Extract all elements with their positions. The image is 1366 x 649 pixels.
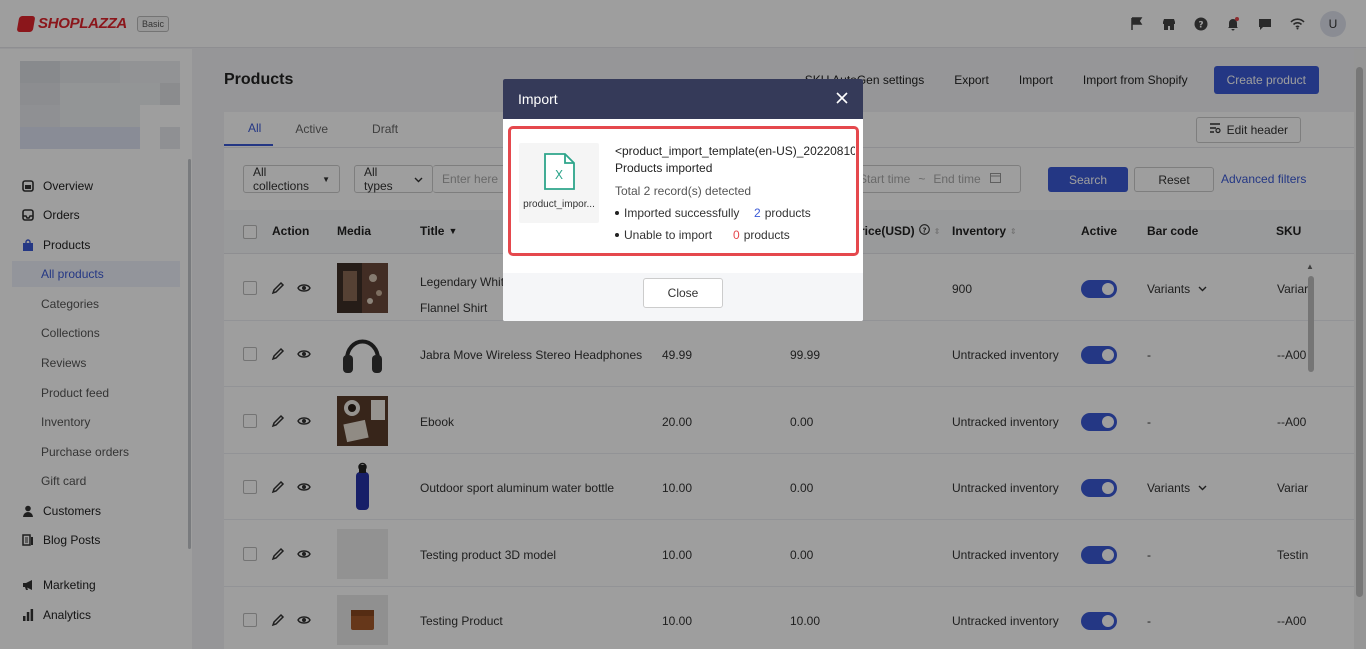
import-status: Products imported bbox=[615, 161, 713, 175]
svg-text:X: X bbox=[555, 168, 563, 182]
import-dialog-header: Import bbox=[503, 79, 863, 119]
bullet-dot bbox=[615, 211, 619, 215]
bullet-dot bbox=[615, 233, 619, 237]
import-success-line: Imported successfully 2 products bbox=[615, 206, 811, 220]
import-file-title: <product_import_template(en-US)_20220810… bbox=[615, 144, 855, 158]
import-failure-unit: products bbox=[743, 228, 790, 242]
import-dialog: Import X product_impor... <product_impor… bbox=[503, 79, 863, 321]
close-button[interactable]: Close bbox=[643, 278, 723, 308]
import-failure-label: Unable to import bbox=[624, 228, 713, 242]
import-file-name: product_impor... bbox=[523, 199, 595, 210]
import-file-tile: X product_impor... bbox=[519, 143, 599, 223]
import-success-count: 2 bbox=[754, 206, 761, 220]
import-total-records: Total 2 record(s) detected bbox=[615, 184, 752, 198]
import-failure-count: 0 bbox=[733, 228, 740, 242]
close-icon[interactable] bbox=[835, 91, 849, 105]
import-dialog-title: Import bbox=[518, 91, 558, 107]
import-success-unit: products bbox=[764, 206, 811, 220]
import-dialog-footer: Close bbox=[503, 273, 863, 321]
import-dialog-body: X product_impor... <product_import_templ… bbox=[503, 119, 863, 273]
excel-file-icon: X bbox=[544, 153, 575, 190]
import-success-label: Imported successfully bbox=[624, 206, 740, 220]
import-failure-line: Unable to import 0 products bbox=[615, 228, 790, 242]
